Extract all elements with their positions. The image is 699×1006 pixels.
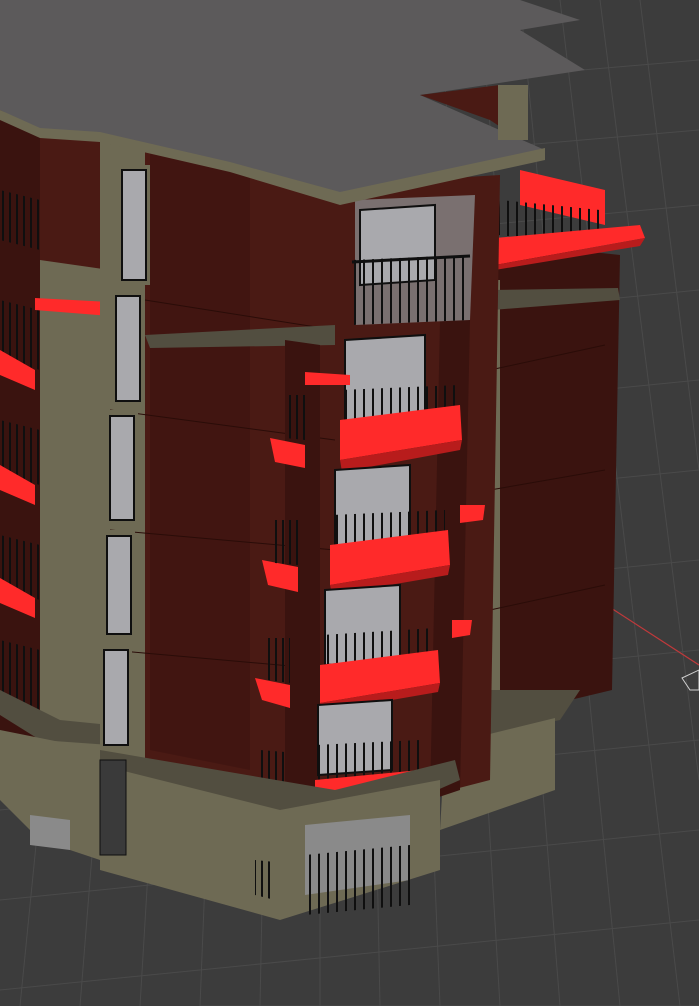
3d-viewport[interactable] <box>0 0 699 1006</box>
object-origin-marker <box>681 669 699 691</box>
scene-svg[interactable] <box>0 0 699 1006</box>
roof-terrace-railing[interactable] <box>495 170 645 270</box>
left-wing[interactable] <box>0 110 110 860</box>
